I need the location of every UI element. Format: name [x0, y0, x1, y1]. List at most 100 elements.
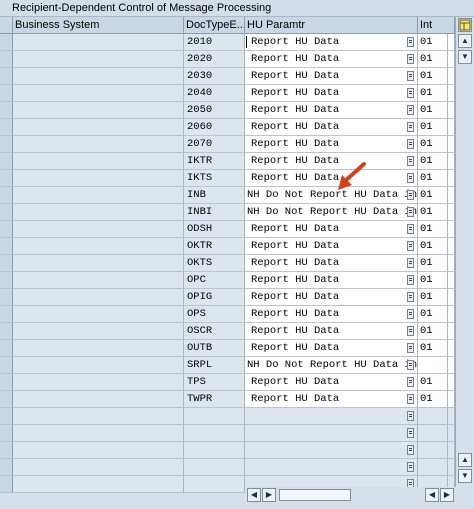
int-field[interactable]	[418, 408, 448, 425]
f4-value-help-icon[interactable]	[407, 71, 414, 81]
int-field[interactable]: 01	[418, 255, 448, 272]
f4-value-help-icon[interactable]	[407, 292, 414, 302]
f4-value-help-icon[interactable]	[407, 411, 414, 421]
int-field[interactable]: 01	[418, 221, 448, 238]
row-selector[interactable]	[0, 34, 13, 51]
table-row[interactable]: OPIG Report HU Data 01	[0, 289, 455, 306]
int-field[interactable]: 01	[418, 34, 448, 51]
scroll-right-arrow-icon[interactable]: ▶	[440, 488, 454, 502]
hu-param-field[interactable]: Report HU Data	[245, 119, 418, 136]
int-field[interactable]: 01	[418, 204, 448, 221]
table-row[interactable]: TPS Report HU Data 01	[0, 374, 455, 391]
hu-param-field[interactable]: Report HU Data	[245, 391, 418, 408]
int-field[interactable]: 01	[418, 102, 448, 119]
hu-param-field[interactable]: Report HU Data	[245, 238, 418, 255]
row-selector[interactable]	[0, 68, 13, 85]
hu-param-field[interactable]: Report HU Data	[245, 323, 418, 340]
table-row[interactable]: 2020 Report HU Data 01	[0, 51, 455, 68]
table-row[interactable]: 2060 Report HU Data 01	[0, 119, 455, 136]
table-row[interactable]: IKTR Report HU Data 01	[0, 153, 455, 170]
f4-value-help-icon[interactable]	[407, 360, 414, 370]
int-field[interactable]: 01	[418, 136, 448, 153]
hu-param-field[interactable]: Report HU Data	[245, 85, 418, 102]
select-all-header[interactable]	[0, 17, 13, 34]
table-row[interactable]: SRPL NH Do Not Report HU Data in C	[0, 357, 455, 374]
table-row[interactable]: IKTS Report HU Data 01	[0, 170, 455, 187]
scroll-right-arrow-icon[interactable]: ▶	[262, 488, 276, 502]
int-field[interactable]: 01	[418, 187, 448, 204]
table-row[interactable]: OKTS Report HU Data 01	[0, 255, 455, 272]
hu-param-field[interactable]	[245, 408, 418, 425]
int-field[interactable]: 01	[418, 85, 448, 102]
hu-param-field[interactable]: NH Do Not Report HU Data in C	[245, 357, 418, 374]
table-row[interactable]: 2050 Report HU Data 01	[0, 102, 455, 119]
hu-param-field[interactable]	[245, 442, 418, 459]
row-selector[interactable]	[0, 408, 13, 425]
row-selector[interactable]	[0, 476, 13, 493]
int-field[interactable]	[418, 459, 448, 476]
row-selector[interactable]	[0, 136, 13, 153]
row-selector[interactable]	[0, 153, 13, 170]
f4-value-help-icon[interactable]	[407, 275, 414, 285]
table-row[interactable]: OUTB Report HU Data 01	[0, 340, 455, 357]
f4-value-help-icon[interactable]	[407, 105, 414, 115]
vertical-scrollbar[interactable]: ▲ ▼ ▲ ▼	[455, 17, 474, 487]
table-row[interactable]: OKTR Report HU Data 01	[0, 238, 455, 255]
row-selector[interactable]	[0, 85, 13, 102]
row-selector[interactable]	[0, 425, 13, 442]
hu-param-field[interactable]: Report HU Data	[245, 374, 418, 391]
f4-value-help-icon[interactable]	[407, 190, 414, 200]
scroll-down-arrow-icon[interactable]: ▼	[458, 50, 472, 64]
int-field[interactable]: 01	[418, 119, 448, 136]
int-field[interactable]: 01	[418, 153, 448, 170]
row-selector[interactable]	[0, 323, 13, 340]
int-field[interactable]: 01	[418, 170, 448, 187]
hu-param-field[interactable]	[245, 425, 418, 442]
row-selector[interactable]	[0, 374, 13, 391]
table-row[interactable]	[0, 425, 455, 442]
int-field[interactable]: 01	[418, 272, 448, 289]
hu-param-field[interactable]: Report HU Data	[245, 51, 418, 68]
table-row[interactable]: TWPR Report HU Data 01	[0, 391, 455, 408]
int-field[interactable]: 01	[418, 323, 448, 340]
hu-param-field[interactable]: Report HU Data	[245, 306, 418, 323]
int-field[interactable]: 01	[418, 289, 448, 306]
f4-value-help-icon[interactable]	[407, 462, 414, 472]
row-selector[interactable]	[0, 289, 13, 306]
f4-value-help-icon[interactable]	[407, 241, 414, 251]
row-selector[interactable]	[0, 204, 13, 221]
table-row[interactable]	[0, 442, 455, 459]
table-row[interactable]: 2030 Report HU Data 01	[0, 68, 455, 85]
int-field[interactable]	[418, 425, 448, 442]
row-selector[interactable]	[0, 51, 13, 68]
row-selector[interactable]	[0, 357, 13, 374]
scroll-left-arrow-icon[interactable]: ◀	[425, 488, 439, 502]
f4-value-help-icon[interactable]	[407, 428, 414, 438]
column-header-int[interactable]: Int	[418, 17, 455, 34]
column-header-hu-param[interactable]: HU Paramtr	[245, 17, 418, 34]
row-selector[interactable]	[0, 238, 13, 255]
f4-value-help-icon[interactable]	[407, 224, 414, 234]
f4-value-help-icon[interactable]	[407, 173, 414, 183]
table-row[interactable]: 2070 Report HU Data 01	[0, 136, 455, 153]
row-selector[interactable]	[0, 119, 13, 136]
hu-param-field[interactable]: Report HU Data	[245, 136, 418, 153]
row-selector[interactable]	[0, 187, 13, 204]
int-field[interactable]: 01	[418, 340, 448, 357]
hu-param-field[interactable]: Report HU Data	[245, 68, 418, 85]
f4-value-help-icon[interactable]	[407, 139, 414, 149]
table-row[interactable]	[0, 459, 455, 476]
row-selector[interactable]	[0, 340, 13, 357]
horizontal-scrollbar[interactable]: ◀ ▶ ◀ ▶	[245, 487, 474, 503]
row-selector[interactable]	[0, 391, 13, 408]
column-header-business-system[interactable]: Business System	[13, 17, 184, 34]
table-row[interactable]: INB NH Do Not Report HU Data in C 01	[0, 187, 455, 204]
hu-param-field[interactable]: Report HU Data	[245, 102, 418, 119]
int-field[interactable]: 01	[418, 306, 448, 323]
column-header-doc-type[interactable]: DocTypeE...	[184, 17, 245, 34]
f4-value-help-icon[interactable]	[407, 207, 414, 217]
int-field[interactable]	[418, 357, 448, 374]
int-field[interactable]: 01	[418, 374, 448, 391]
f4-value-help-icon[interactable]	[407, 88, 414, 98]
row-selector[interactable]	[0, 221, 13, 238]
